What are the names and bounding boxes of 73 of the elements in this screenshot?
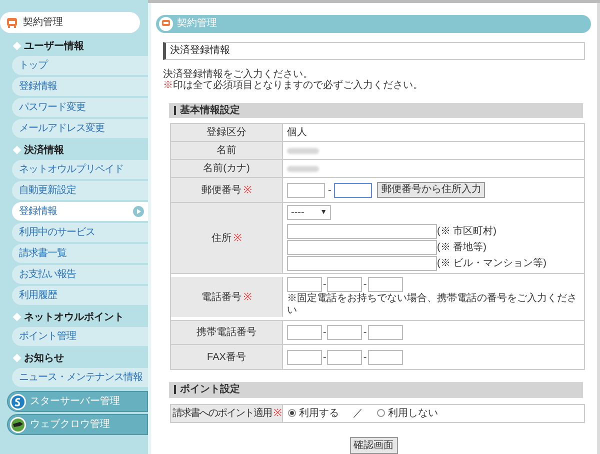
input-field[interactable]	[287, 277, 322, 292]
input-field[interactable]	[327, 350, 362, 365]
field-label: 名前(カナ)	[171, 160, 283, 178]
group-header: ポイント設定	[169, 382, 583, 398]
separator: -	[363, 278, 367, 292]
field-label: 携帯電話番号	[171, 321, 283, 344]
sidebar-item[interactable]: メールアドレス変更	[12, 119, 148, 138]
section-title: ネットオウルポイント	[24, 310, 124, 324]
field-label: 名前	[171, 142, 283, 160]
divider-text: ／	[353, 406, 363, 421]
input-field[interactable]	[287, 325, 322, 340]
section-title: ユーザー情報	[24, 40, 84, 54]
sidebar-item[interactable]: ニュース・メンテナンス情報	[12, 368, 148, 387]
sidebar-item[interactable]: 利用中のサービス	[12, 223, 148, 242]
field-label: FAX番号	[171, 345, 283, 370]
bird-icon	[10, 416, 26, 432]
input-field[interactable]	[287, 240, 437, 256]
input-field[interactable]	[287, 182, 325, 198]
separator: -	[323, 278, 326, 292]
field-hint: (※ ビル・マンション等)	[437, 257, 546, 272]
sidebar-item[interactable]: 利用履歴	[12, 286, 148, 305]
section-title: お知らせ	[24, 352, 64, 366]
sidebar-item[interactable]: トップ	[12, 56, 148, 75]
separator: -	[323, 326, 326, 340]
separator: -	[363, 326, 367, 340]
confirm-button[interactable]: 確認画面	[350, 437, 398, 454]
field-label: 請求書へのポイント適用 ※	[171, 404, 283, 422]
separator: -	[323, 350, 326, 365]
sidebar-item[interactable]: 登録情報	[12, 77, 148, 96]
group-header: 基本情報設定	[169, 102, 583, 118]
sidebar-item[interactable]: ネットオウルプリペイド	[12, 160, 148, 179]
page-title: 契約管理	[177, 16, 217, 32]
input-field[interactable]	[368, 325, 403, 340]
field-label: 登録区分	[171, 124, 283, 142]
play-icon	[133, 206, 144, 217]
input-field[interactable]	[287, 256, 437, 272]
blurred-value	[287, 148, 319, 154]
sidebar-item[interactable]: パスワード変更	[12, 98, 148, 117]
field-label: 住所 ※	[171, 203, 283, 274]
field-value: 個人	[287, 126, 308, 140]
sidebar-item[interactable]: ポイント管理	[12, 327, 148, 346]
sidebar-item[interactable]: 登録情報	[12, 202, 148, 221]
separator: -	[363, 350, 367, 365]
input-field[interactable]	[368, 277, 403, 292]
field-note: ※固定電話をお持ちでない場合、携帯電話の番号をご入力ください	[287, 293, 578, 318]
sidebar-header-title: 契約管理	[23, 16, 63, 30]
input-field[interactable]	[287, 350, 322, 365]
input-field[interactable]	[334, 182, 372, 198]
robot-face-icon	[6, 16, 18, 28]
postal-lookup-button[interactable]: 郵便番号から住所入力	[377, 182, 486, 198]
sidebar-item[interactable]: 自動更新設定	[12, 181, 148, 200]
field-label: 電話番号 ※	[171, 277, 283, 318]
separator: -	[328, 184, 332, 198]
radio-option[interactable]: 利用する	[288, 406, 339, 421]
required-note: ※印は全て必須項目となりますので必ずご入力ください。	[163, 80, 424, 92]
input-field[interactable]	[368, 350, 403, 365]
service-button[interactable]: ウェブクロウ管理	[7, 414, 148, 435]
field-label: 郵便番号 ※	[171, 178, 283, 202]
sidebar-item[interactable]: お支払い報告	[12, 265, 148, 284]
robot-face-icon	[159, 16, 173, 31]
section-title: 決済情報	[24, 143, 64, 158]
input-field[interactable]	[327, 277, 362, 292]
intro-text: 決済登録情報をご入力ください。	[163, 69, 314, 80]
radio-option[interactable]: 利用しない	[377, 406, 438, 421]
field-hint: (※ 番地等)	[437, 240, 486, 256]
input-field[interactable]	[327, 325, 362, 340]
service-button[interactable]: スターサーバー管理	[7, 391, 148, 412]
input-field[interactable]	[287, 224, 437, 240]
blurred-value	[287, 166, 319, 172]
sidebar-item[interactable]: 請求書一覧	[12, 244, 148, 263]
swirl-icon	[10, 394, 26, 410]
section-title: 決済登録情報	[163, 42, 585, 60]
field-hint: (※ 市区町村)	[437, 224, 496, 240]
